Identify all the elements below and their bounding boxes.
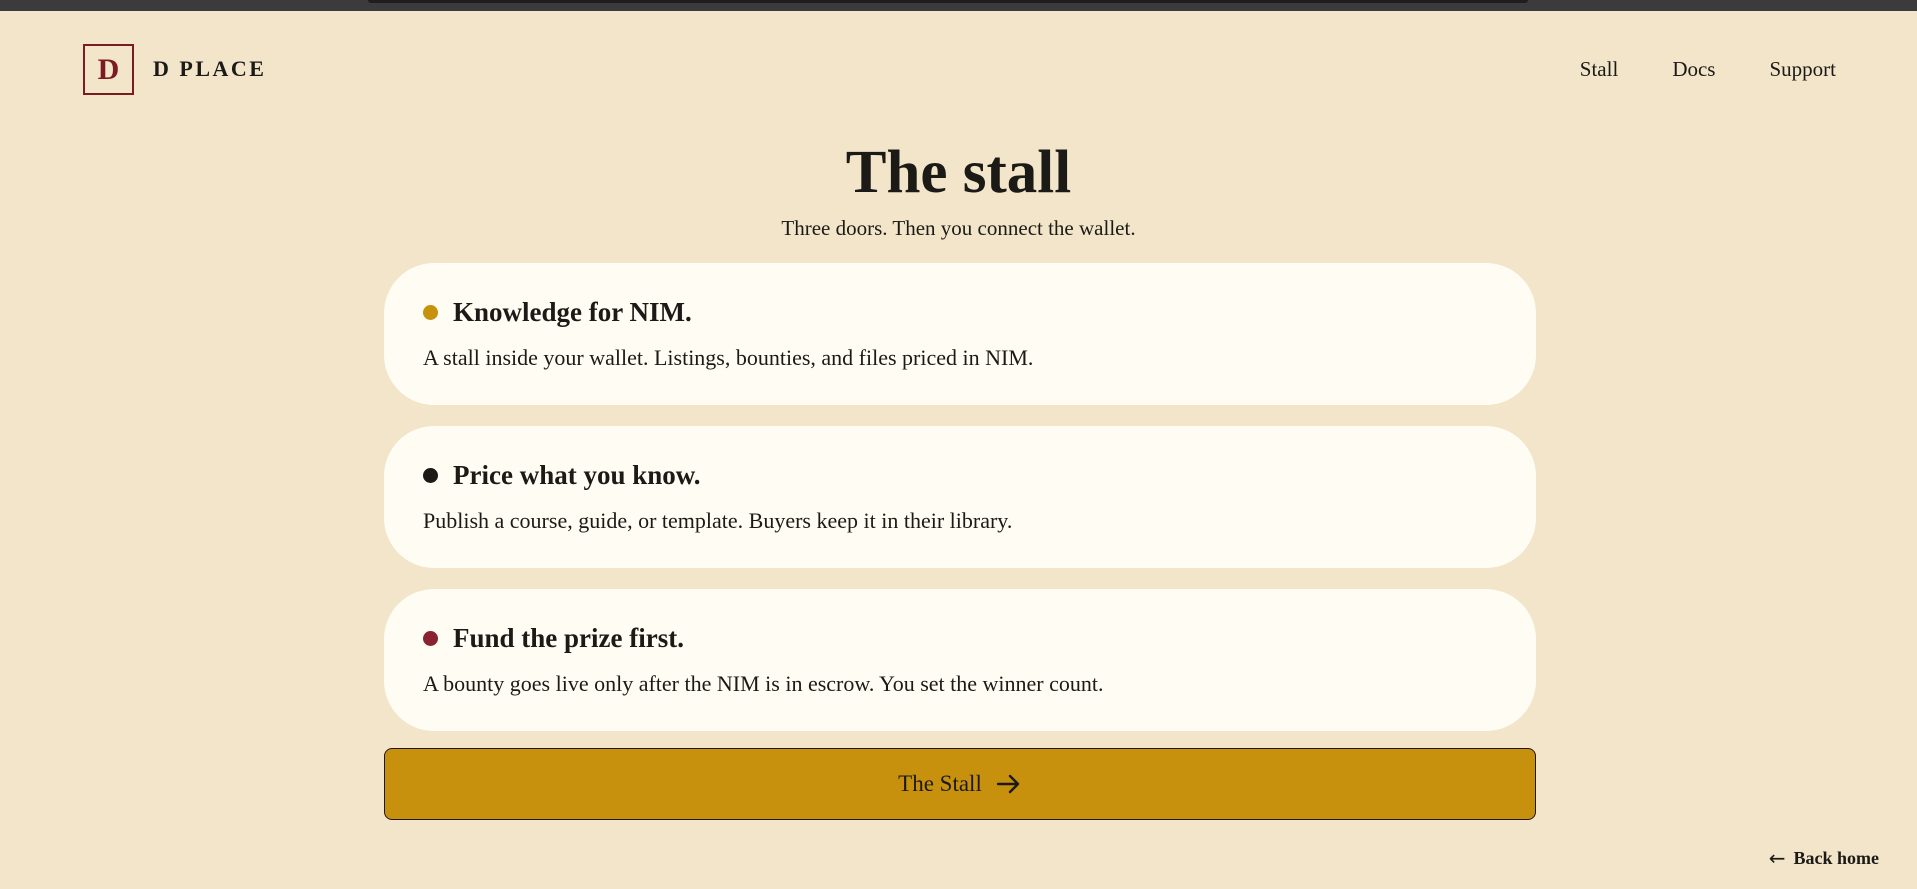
card-header: Price what you know.	[423, 458, 701, 492]
card-title: Fund the prize first.	[453, 623, 684, 653]
card-bounty: Fund the prize first. A bounty goes live…	[384, 589, 1536, 731]
gold-dot-icon	[423, 304, 438, 320]
crimson-dot-icon	[423, 630, 438, 646]
card-header: Knowledge for NIM.	[423, 295, 692, 329]
browser-tab-edge	[368, 0, 1528, 3]
card-header: Fund the prize first.	[423, 621, 684, 655]
black-dot-icon	[423, 467, 438, 483]
nav-item-support[interactable]: Support	[1769, 57, 1836, 82]
logo-mark[interactable]: D	[83, 44, 134, 95]
card-price: Price what you know. Publish a course, g…	[384, 426, 1536, 568]
site-header: D D PLACE Stall Docs Support	[0, 11, 1917, 131]
arrow-right-icon	[996, 774, 1022, 794]
arrow-left-icon: ←	[1768, 846, 1786, 870]
page-title: The stall	[845, 139, 1072, 206]
card-title: Price what you know.	[453, 460, 701, 490]
brand-name[interactable]: D PLACE	[153, 56, 266, 82]
nav-item-docs[interactable]: Docs	[1672, 57, 1715, 82]
browser-top-strip	[0, 0, 1917, 11]
card-description: Publish a course, guide, or template. Bu…	[423, 508, 1013, 533]
main-nav: Stall Docs Support	[1580, 57, 1836, 82]
back-home-label: Back home	[1793, 847, 1880, 868]
the-stall-button[interactable]: The Stall	[384, 748, 1536, 820]
card-description: A bounty goes live only after the NIM is…	[423, 671, 1104, 696]
page-subtitle: Three doors. Then you connect the wallet…	[781, 216, 1136, 240]
card-description: A stall inside your wallet. Listings, bo…	[423, 345, 1034, 370]
card-knowledge: Knowledge for NIM. A stall inside your w…	[384, 263, 1536, 405]
back-home-link[interactable]: ← Back home	[1769, 846, 1879, 870]
nav-item-stall[interactable]: Stall	[1580, 57, 1619, 82]
cta-label: The Stall	[898, 771, 982, 796]
card-title: Knowledge for NIM.	[453, 297, 692, 327]
